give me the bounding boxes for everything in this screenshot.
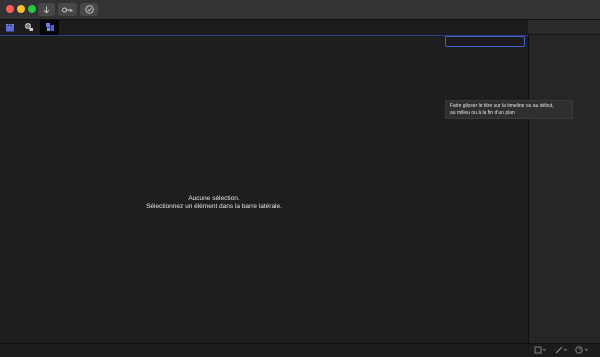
empty-selection-message: Aucune sélection. Sélectionnez un élémen… (100, 195, 328, 211)
libraries-tool[interactable] (0, 20, 19, 35)
transform-menu-button[interactable] (533, 346, 547, 356)
inspector-panel (528, 20, 600, 343)
background-tasks-button[interactable] (80, 3, 98, 16)
download-arrow-icon (43, 6, 50, 14)
shapes-icon (45, 19, 55, 37)
retime-menu-button[interactable] (574, 346, 590, 356)
media-tool[interactable] (19, 20, 38, 35)
enhance-menu-button[interactable] (554, 346, 568, 356)
bottom-bar (0, 343, 600, 357)
key-icon (62, 7, 73, 13)
tooltip-line-1: Faire glisser le titre sur la timeline o… (450, 103, 554, 109)
drag-title-tooltip: Faire glisser le titre sur la timeline o… (445, 100, 573, 119)
inspector-header (528, 20, 600, 35)
title-bar (0, 0, 600, 20)
clapperboard-icon (5, 19, 15, 37)
empty-hint: Sélectionnez un élément dans la barre la… (146, 203, 282, 210)
crop-icon (534, 346, 546, 356)
checkmark-circle-icon (84, 5, 94, 14)
titles-generators-tool[interactable] (40, 20, 59, 35)
keywords-button[interactable] (58, 3, 77, 16)
film-reel-icon (24, 19, 34, 37)
maximize-window-button[interactable] (28, 5, 36, 13)
browser-area (0, 36, 528, 343)
minimize-window-button[interactable] (17, 5, 25, 13)
close-window-button[interactable] (6, 5, 14, 13)
browser-toolbar (0, 20, 528, 35)
search-field[interactable] (445, 36, 525, 47)
tooltip-line-2: au milieu ou à la fin d’un plan (450, 110, 515, 116)
magic-wand-icon (555, 346, 567, 356)
import-button[interactable] (38, 3, 55, 16)
empty-title: Aucune sélection. (188, 195, 240, 202)
speed-gauge-icon (575, 346, 589, 356)
